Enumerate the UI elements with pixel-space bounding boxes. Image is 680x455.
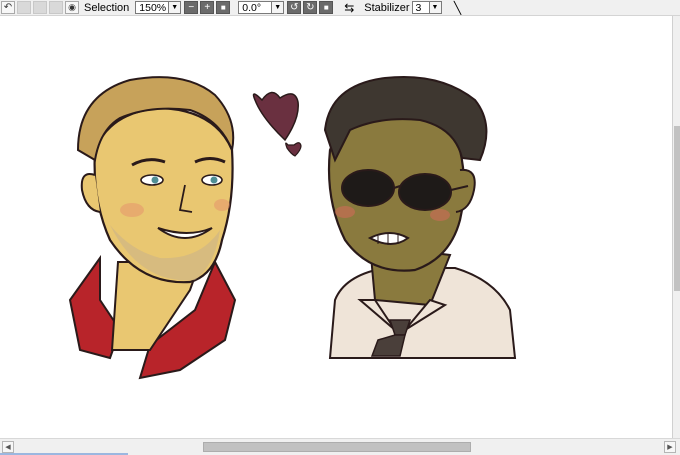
zoom-input[interactable]: 150% bbox=[135, 1, 170, 14]
vertical-scrollbar[interactable] bbox=[672, 16, 680, 438]
square-icon: ■ bbox=[323, 2, 329, 12]
scroll-left-button[interactable]: ◀ bbox=[2, 441, 14, 453]
toolbar: ↶ ◉ Selection 150% ▼ − + ■ 0.0° ▼ ↺ ↻ ■ … bbox=[0, 0, 680, 16]
vertical-scroll-thumb[interactable] bbox=[674, 126, 680, 291]
zoom-dropdown[interactable]: ▼ bbox=[169, 1, 182, 14]
stabilizer-input[interactable]: 3 bbox=[411, 1, 430, 14]
rotate-cw-button[interactable]: ↻ bbox=[303, 1, 318, 14]
horizontal-scrollbar[interactable]: ◀ ▶ bbox=[0, 438, 680, 455]
hearts-decoration bbox=[252, 91, 302, 157]
selection-label: Selection bbox=[84, 1, 130, 14]
triangle-right-icon: ▶ bbox=[667, 444, 673, 451]
square-icon: ■ bbox=[220, 2, 226, 12]
zoom-in-button[interactable]: + bbox=[200, 1, 215, 14]
chevron-down-icon: ▼ bbox=[274, 4, 282, 11]
rotate-reset-button[interactable]: ■ bbox=[319, 1, 334, 14]
right-character-figure bbox=[323, 75, 517, 359]
scroll-right-button[interactable]: ▶ bbox=[664, 441, 676, 453]
rotation-input[interactable]: 0.0° bbox=[238, 1, 273, 14]
undo-icon: ↶ bbox=[3, 1, 13, 13]
chevron-down-icon: ▼ bbox=[431, 4, 439, 11]
selection-toggle-button[interactable]: ◉ bbox=[65, 1, 79, 14]
zoom-out-button[interactable]: − bbox=[184, 1, 199, 14]
rotate-ccw-icon: ↺ bbox=[290, 1, 299, 13]
eye-icon: ◉ bbox=[68, 2, 76, 12]
diagonal-line-icon: ╲ bbox=[453, 0, 462, 15]
flip-horizontal-button[interactable]: ⇆ bbox=[341, 1, 357, 15]
tool-button-2[interactable] bbox=[49, 1, 63, 14]
artwork bbox=[68, 75, 517, 380]
triangle-left-icon: ◀ bbox=[5, 444, 11, 451]
line-tool-button[interactable]: ╲ bbox=[451, 1, 465, 15]
zoom-reset-button[interactable]: ■ bbox=[216, 1, 231, 14]
horizontal-scroll-thumb[interactable] bbox=[203, 442, 471, 452]
flip-horizontal-icon: ⇆ bbox=[344, 0, 355, 15]
undo-button[interactable]: ↶ bbox=[1, 1, 15, 14]
plus-icon: + bbox=[204, 1, 211, 13]
rotate-ccw-button[interactable]: ↺ bbox=[287, 1, 302, 14]
redo-button[interactable] bbox=[17, 1, 31, 14]
tool-button-1[interactable] bbox=[33, 1, 47, 14]
rotation-dropdown[interactable]: ▼ bbox=[272, 1, 285, 14]
chevron-down-icon: ▼ bbox=[171, 4, 179, 11]
drawing-canvas[interactable] bbox=[0, 16, 672, 438]
left-character-figure bbox=[68, 76, 237, 380]
stabilizer-label: Stabilizer bbox=[364, 1, 410, 14]
minus-icon: − bbox=[188, 1, 195, 13]
rotate-cw-icon: ↻ bbox=[306, 1, 315, 13]
stabilizer-dropdown[interactable]: ▼ bbox=[429, 1, 442, 14]
